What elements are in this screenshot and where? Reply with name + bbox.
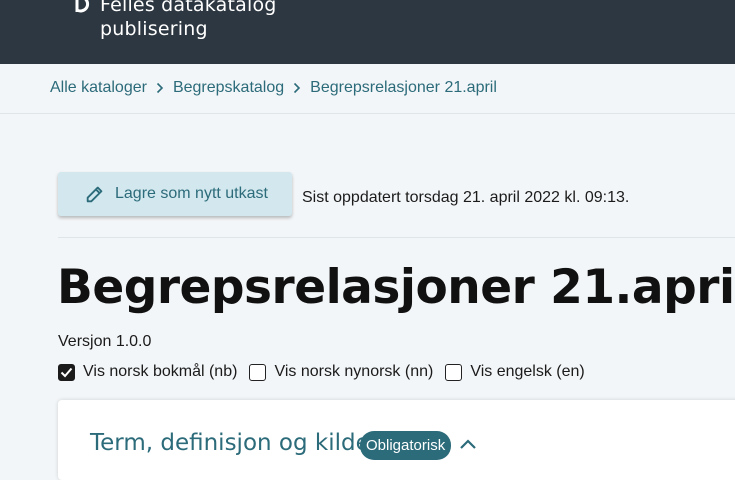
language-option-label: Vis norsk nynorsk (nn) — [274, 363, 434, 380]
breadcrumb-bar: Alle kataloger Begrepskatalog Begrepsrel… — [0, 64, 735, 114]
section-card-term-definition-source: Term, definisjon og kilde Obligatorisk — [58, 400, 735, 480]
divider — [58, 237, 735, 238]
required-badge: Obligatorisk — [360, 431, 452, 460]
brand-subtitle: publisering — [100, 18, 208, 40]
checkbox-checked[interactable] — [58, 363, 75, 381]
last-updated-text: Sist oppdatert torsdag 21. april 2022 kl… — [302, 189, 630, 206]
checkbox-unchecked[interactable] — [249, 363, 267, 381]
breadcrumb-current-page[interactable]: Begrepsrelasjoner 21.april — [310, 79, 497, 97]
chevron-right-icon — [284, 79, 310, 97]
chevron-up-icon[interactable] — [458, 437, 478, 451]
language-option-label: Vis norsk bokmål (nb) — [83, 363, 238, 380]
breadcrumb: Alle kataloger Begrepskatalog Begrepsrel… — [50, 79, 497, 97]
save-button-label: Lagre som nytt utkast — [115, 185, 268, 202]
top-header: Felles datakatalog publisering — [0, 0, 735, 64]
language-toggles: Vis norsk bokmål (nb) Vis norsk nynorsk … — [58, 363, 597, 381]
language-option-nn[interactable]: Vis norsk nynorsk (nn) — [249, 363, 433, 381]
section-title: Term, definisjon og kilde — [90, 430, 370, 456]
brand-name: Felles datakatalog — [100, 0, 277, 16]
language-option-nb[interactable]: Vis norsk bokmål (nb) — [58, 363, 237, 381]
save-as-new-draft-button[interactable]: Lagre som nytt utkast — [58, 172, 292, 216]
language-option-label: Vis engelsk (en) — [470, 363, 585, 380]
logo-icon — [75, 0, 90, 13]
breadcrumb-link-concept-catalog[interactable]: Begrepskatalog — [173, 79, 284, 97]
chevron-right-icon — [147, 79, 173, 97]
checkmark-icon — [60, 367, 73, 377]
version-label: Versjon 1.0.0 — [58, 333, 152, 350]
breadcrumb-link-all-catalogs[interactable]: Alle kataloger — [50, 79, 147, 97]
checkbox-unchecked[interactable] — [445, 363, 463, 381]
page-title: Begrepsrelasjoner 21.april — [57, 260, 735, 315]
language-option-en[interactable]: Vis engelsk (en) — [445, 363, 585, 381]
pencil-icon — [86, 186, 103, 203]
